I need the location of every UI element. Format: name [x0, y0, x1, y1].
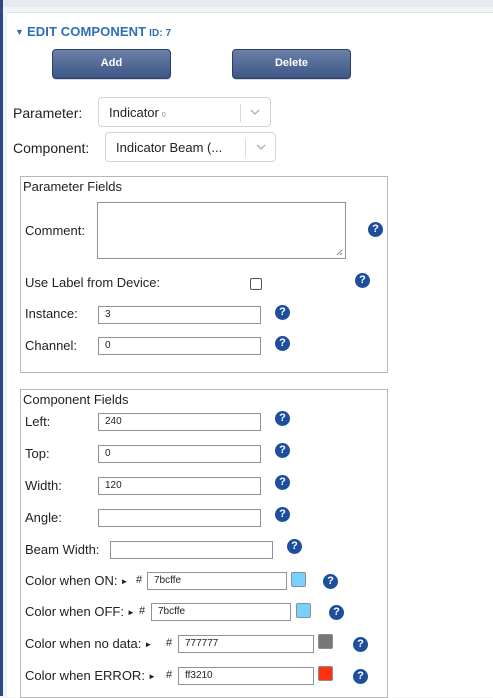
- collapse-triangle-icon: ▼: [15, 27, 25, 37]
- width-input[interactable]: 120: [98, 477, 261, 495]
- chevron-down-icon: [256, 144, 266, 150]
- left-help-icon[interactable]: ?: [275, 411, 290, 426]
- expand-arrow-icon[interactable]: ►: [144, 640, 152, 649]
- color-on-input[interactable]: 7bcffe: [147, 572, 287, 590]
- color-no-data-label: Color when no data: ►: [25, 636, 153, 651]
- select-separator: [245, 139, 246, 157]
- width-help-icon[interactable]: ?: [275, 475, 290, 490]
- instance-input[interactable]: 3: [98, 306, 261, 324]
- component-select[interactable]: Indicator Beam (...: [105, 132, 276, 162]
- parameter-count: 0: [161, 112, 166, 119]
- component-fields-title: Component Fields: [23, 392, 129, 407]
- select-separator: [240, 104, 241, 122]
- color-no-data-input[interactable]: 777777: [178, 635, 314, 653]
- chevron-down-icon: [250, 109, 260, 115]
- color-error-swatch[interactable]: [318, 666, 333, 681]
- color-error-input[interactable]: ff3210: [178, 667, 314, 685]
- left-accent-bar: [0, 0, 3, 696]
- use-label-checkbox[interactable]: [250, 278, 262, 290]
- add-button[interactable]: Add: [52, 49, 171, 79]
- beam-width-input[interactable]: [110, 541, 273, 559]
- comment-help-icon[interactable]: ?: [368, 222, 383, 237]
- expand-arrow-icon[interactable]: ►: [127, 608, 135, 617]
- edit-component-panel: ▼ EDIT COMPONENT ID: 7 Add Delete Paramete…: [7, 12, 493, 698]
- color-off-label: Color when OFF: ►: [25, 604, 135, 619]
- comment-label: Comment:: [25, 223, 85, 238]
- color-on-help-icon[interactable]: ?: [323, 574, 338, 589]
- hash-glyph: #: [136, 574, 143, 586]
- top-strip: [3, 0, 493, 7]
- top-help-icon[interactable]: ?: [275, 443, 290, 458]
- parameter-select[interactable]: Indicator 0: [98, 97, 271, 127]
- left-input[interactable]: 240: [98, 413, 261, 431]
- channel-input[interactable]: 0: [98, 337, 261, 355]
- expand-arrow-icon[interactable]: ►: [120, 577, 128, 586]
- color-off-input[interactable]: 7bcffe: [151, 603, 291, 621]
- parameter-label: Parameter:: [13, 105, 83, 121]
- color-on-label: Color when ON: ►: [25, 573, 129, 588]
- parameter-select-value: Indicator: [109, 105, 159, 120]
- instance-help-icon[interactable]: ?: [275, 305, 290, 320]
- angle-help-icon[interactable]: ?: [275, 507, 290, 522]
- component-select-value: Indicator Beam (...: [116, 140, 223, 155]
- delete-button[interactable]: Delete: [232, 49, 351, 79]
- channel-help-icon[interactable]: ?: [275, 336, 290, 351]
- left-label: Left:: [25, 414, 51, 429]
- component-id: ID: 7: [149, 28, 172, 39]
- parameter-fields-group: Parameter Fields Comment: ? Use Label fr…: [20, 176, 388, 373]
- resize-grip-icon[interactable]: [335, 248, 343, 256]
- color-error-label: Color when ERROR: ►: [25, 668, 156, 683]
- angle-label: Angle:: [25, 510, 62, 525]
- use-label-help-icon[interactable]: ?: [355, 273, 370, 288]
- color-no-data-help-icon[interactable]: ?: [353, 637, 368, 652]
- channel-label: Channel:: [25, 338, 78, 353]
- color-off-help-icon[interactable]: ?: [329, 605, 344, 620]
- parameter-fields-title: Parameter Fields: [23, 179, 122, 194]
- color-error-help-icon[interactable]: ?: [353, 669, 368, 684]
- comment-textarea[interactable]: [97, 202, 346, 259]
- color-no-data-swatch[interactable]: [318, 634, 333, 649]
- color-on-swatch[interactable]: [291, 572, 306, 587]
- color-off-swatch[interactable]: [296, 603, 311, 618]
- panel-title: EDIT COMPONENT: [27, 24, 147, 39]
- hash-glyph: #: [166, 637, 173, 649]
- beam-width-help-icon[interactable]: ?: [287, 539, 302, 554]
- hash-glyph: #: [166, 669, 173, 681]
- angle-input[interactable]: [98, 509, 261, 527]
- component-fields-group: Component Fields Left: 240 ? Top: 0 ? Wi…: [20, 389, 388, 698]
- width-label: Width:: [25, 478, 62, 493]
- instance-label: Instance:: [25, 306, 78, 321]
- component-label: Component:: [13, 140, 90, 156]
- edit-component-header[interactable]: ▼ EDIT COMPONENT ID: 7: [15, 24, 171, 39]
- top-label: Top:: [25, 446, 50, 461]
- expand-arrow-icon[interactable]: ►: [148, 672, 156, 681]
- hash-glyph: #: [139, 605, 146, 617]
- top-input[interactable]: 0: [98, 445, 261, 463]
- beam-width-label: Beam Width:: [25, 542, 100, 557]
- use-label-label: Use Label from Device:: [25, 275, 161, 290]
